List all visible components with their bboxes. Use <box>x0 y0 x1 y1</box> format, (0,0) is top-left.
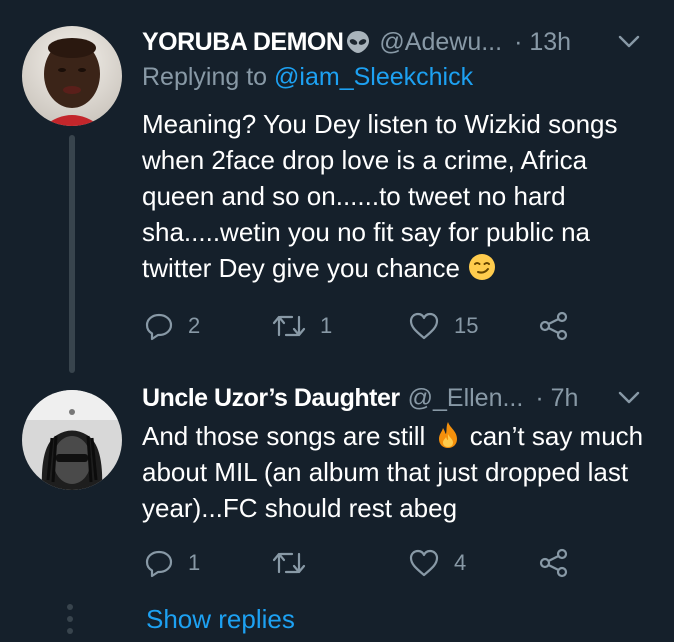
alien-icon <box>345 29 371 55</box>
tweet-text: And those songs are still can’t say much… <box>142 418 652 526</box>
tweet-text-start: And those songs are still <box>142 421 433 451</box>
like-count: 15 <box>454 313 479 338</box>
tweet-header: Uncle Uzor’s Daughter @_Ellen... · 7h <box>142 380 654 416</box>
tweet-header: YORUBA DEMON @Adewu... · 13h <box>142 24 654 60</box>
chevron-down-icon[interactable] <box>616 29 642 55</box>
retweet-icon <box>272 315 306 337</box>
reply-count: 2 <box>188 313 201 338</box>
reply-tweet[interactable]: YORUBA DEMON @Adewu... · 13h Replying to… <box>0 0 674 380</box>
retweet-icon <box>272 552 306 574</box>
author-handle[interactable]: @_Ellen... <box>408 384 524 413</box>
like-button[interactable]: 4 <box>408 545 466 581</box>
share-button[interactable] <box>538 545 570 581</box>
chevron-down-icon[interactable] <box>616 385 642 411</box>
retweet-button[interactable]: 1 <box>272 308 332 344</box>
heart-icon <box>409 549 439 577</box>
timestamp[interactable]: · 7h <box>535 384 578 413</box>
reply-icon <box>145 313 173 341</box>
share-button[interactable] <box>538 308 570 344</box>
share-icon <box>539 311 568 341</box>
author-name[interactable]: Uncle Uzor’s Daughter <box>142 384 400 413</box>
share-icon <box>539 548 568 578</box>
avatar[interactable] <box>22 26 122 126</box>
tweet-text: Meaning? You Dey listen to Wizkid songs … <box>142 106 652 286</box>
reply-button[interactable]: 1 <box>144 545 200 581</box>
more-replies-dots-icon <box>67 604 75 640</box>
heart-icon <box>409 312 439 340</box>
show-replies-link[interactable]: Show replies <box>146 604 295 635</box>
reply-icon <box>145 550 173 578</box>
thread-line <box>69 135 75 373</box>
retweet-count: 1 <box>320 313 333 338</box>
tweet-actions: 2 1 15 <box>142 308 602 344</box>
smirking-face-icon <box>467 252 497 282</box>
author-name[interactable]: YORUBA DEMON <box>142 28 344 57</box>
mention-link[interactable]: @iam_Sleekchick <box>274 63 473 91</box>
conversation-thread: YORUBA DEMON @Adewu... · 13h Replying to… <box>0 0 674 642</box>
avatar[interactable] <box>22 390 122 490</box>
reply-tweet[interactable]: Uncle Uzor’s Daughter @_Ellen... · 7h An… <box>0 380 674 580</box>
retweet-button[interactable] <box>272 545 320 581</box>
timestamp[interactable]: · 13h <box>514 28 571 57</box>
fire-icon <box>433 420 463 450</box>
like-count: 4 <box>454 550 467 575</box>
tweet-actions: 1 4 <box>142 545 602 581</box>
author-handle[interactable]: @Adewu... <box>379 28 502 57</box>
replying-to: Replying to @iam_Sleekchick <box>142 63 473 92</box>
tweet-text-content: Meaning? You Dey listen to Wizkid songs … <box>142 109 618 283</box>
like-button[interactable]: 15 <box>408 308 478 344</box>
reply-count: 1 <box>188 550 201 575</box>
replying-to-label: Replying to <box>142 63 275 91</box>
reply-button[interactable]: 2 <box>144 308 200 344</box>
